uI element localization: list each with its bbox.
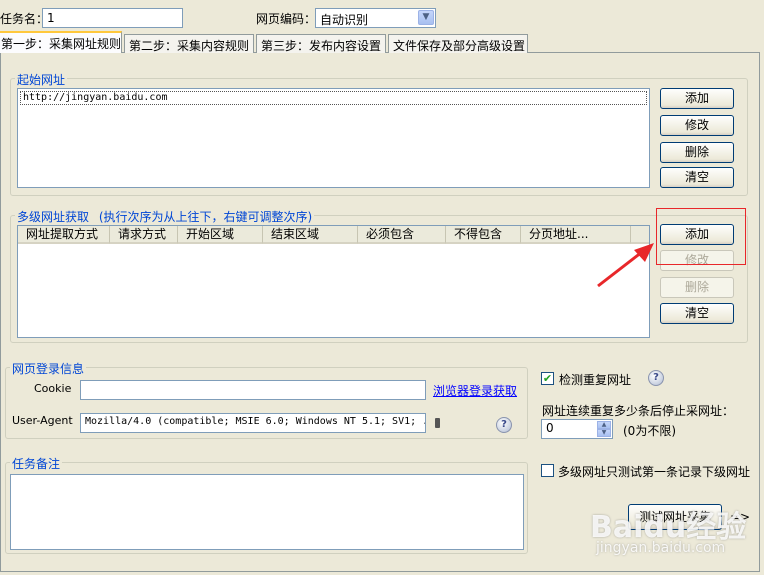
column-header[interactable]: 结束区域 [263, 226, 358, 244]
annotation-highlight-box [656, 208, 746, 265]
tab-step3[interactable]: 第三步：发布内容设置 [256, 34, 386, 53]
column-header[interactable]: 开始区域 [178, 226, 263, 244]
useragent-label: User-Agent [12, 414, 73, 427]
task-name-label: 任务名： [0, 12, 49, 26]
start-url-clear-button[interactable]: 清空 [660, 167, 734, 188]
notes-title: 任务备注 [10, 455, 63, 472]
stepper-down-icon[interactable]: ▼ [597, 429, 611, 437]
multi-level-title: 多级网址获取 [17, 210, 90, 224]
encoding-label: 网页编码： [256, 12, 317, 26]
column-header[interactable]: 不得包含 [446, 226, 521, 244]
useragent-input[interactable]: Mozilla/4.0 (compatible; MSIE 6.0; Windo… [80, 413, 426, 433]
list-item[interactable]: http://jingyan.baidu.com [20, 91, 647, 105]
start-url-list[interactable]: http://jingyan.baidu.com [17, 88, 650, 188]
cookie-label: Cookie [34, 382, 72, 395]
login-title: 网页登录信息 [10, 360, 87, 377]
multi-first-only-checkbox[interactable] [541, 464, 554, 477]
browser-login-link[interactable]: 浏览器登录获取 [433, 382, 517, 399]
start-url-add-button[interactable]: 添加 [660, 88, 734, 109]
tab-step1[interactable]: 第一步：采集网址规则 [0, 31, 122, 53]
detect-duplicate-checkbox[interactable]: ✔ [541, 372, 554, 385]
stop-after-label: 网址连续重复多少条后停止采网址： [542, 404, 735, 418]
multi-level-hint: (执行次序为从上往下，右键可调整次序) [98, 210, 313, 224]
notes-textarea[interactable] [10, 474, 524, 550]
cookie-input[interactable] [80, 380, 426, 400]
column-header[interactable]: 网址提取方式 [18, 226, 110, 244]
task-name-input[interactable]: 1 [42, 8, 183, 28]
stop-after-stepper[interactable]: 0 ▲ ▼ [541, 419, 613, 439]
watermark-url: jingyan.baidu.com [596, 540, 726, 556]
stepper-up-icon[interactable]: ▲ [597, 421, 611, 429]
multi-level-delete-button[interactable]: 删除 [660, 277, 734, 298]
useragent-dropdown-icon[interactable] [435, 418, 440, 428]
start-url-edit-button[interactable]: 修改 [660, 115, 734, 136]
multi-level-table[interactable]: 网址提取方式 请求方式 开始区域 结束区域 必须包含 不得包含 分页地址... [17, 225, 650, 338]
start-url-delete-button[interactable]: 删除 [660, 142, 734, 163]
detect-duplicate-label: 检测重复网址 [559, 373, 632, 387]
column-header[interactable]: 必须包含 [358, 226, 446, 244]
annotation-arrow-icon [597, 243, 654, 288]
encoding-value: 自动识别 [320, 13, 369, 27]
chevron-down-icon[interactable]: ▼ [418, 10, 434, 25]
stop-after-value: 0 [546, 421, 554, 435]
multi-level-clear-button[interactable]: 清空 [660, 303, 734, 324]
column-header[interactable]: 请求方式 [110, 226, 178, 244]
multi-first-only-label: 多级网址只测试第一条记录下级网址 [558, 465, 751, 479]
multi-level-title-wrap: 多级网址获取 (执行次序为从上往下，右键可调整次序) [15, 208, 315, 225]
tab-step2[interactable]: 第二步：采集内容规则 [124, 34, 254, 53]
encoding-select[interactable]: 自动识别 ▼ [315, 8, 436, 28]
help-icon[interactable]: ? [496, 417, 512, 433]
start-url-title: 起始网址 [15, 71, 68, 88]
tab-step4[interactable]: 文件保存及部分高级设置 [388, 34, 528, 53]
help-icon[interactable]: ? [648, 370, 664, 386]
stop-after-hint: (0为不限) [623, 424, 676, 438]
